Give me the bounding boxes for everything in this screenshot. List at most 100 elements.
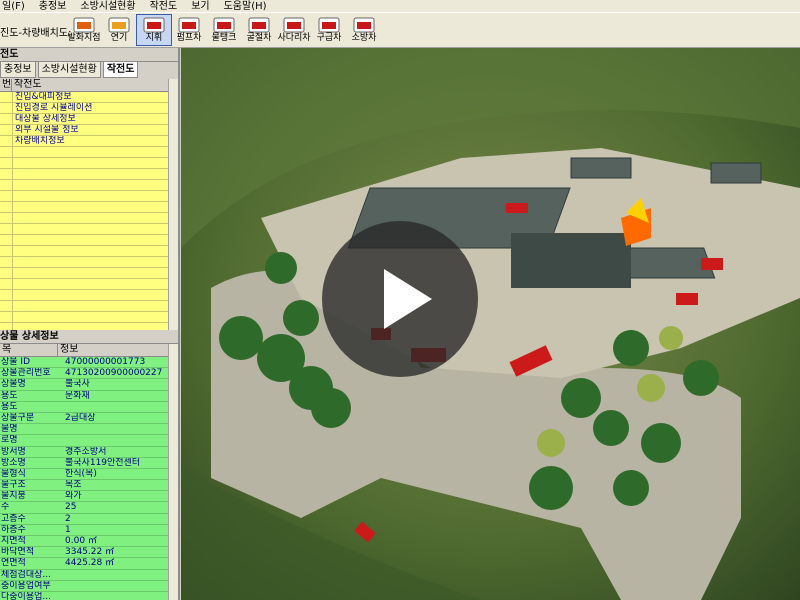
detail-value	[59, 435, 178, 445]
toolbar-button-3[interactable]: 펌프차	[171, 14, 207, 46]
menu-item-2[interactable]: 소방시설현황	[80, 0, 135, 12]
operation-item	[13, 290, 178, 300]
detail-key: 용도	[1, 390, 18, 401]
table-row	[0, 213, 178, 224]
vehicle-toolbar: 진도-차량배치도: 발화지점 연기 지휘 펌프차 물탱크 굴절차 사다리차 구급차 소방차	[0, 13, 800, 48]
operation-item: 진입경로 시뮬레이션	[15, 103, 93, 113]
detail-value	[59, 424, 178, 434]
tab-2[interactable]: 작전도	[102, 61, 139, 78]
table-row	[0, 147, 178, 158]
toolbar-button-label: 펌프차	[176, 33, 202, 43]
menu-item-0[interactable]: 일(F)	[2, 0, 25, 12]
toolbar-button-label: 소방차	[351, 33, 377, 43]
menu-item-4[interactable]: 보기	[191, 0, 209, 12]
toolbar-label: 진도-차량배치도:	[0, 28, 72, 39]
detail-key: 상물관리번호	[1, 368, 51, 379]
detail-scrollbar[interactable]	[168, 344, 178, 600]
detail-grid-header: 목 정보	[0, 344, 178, 357]
left-panel: 전도 충정보 소방시설현황 작전도 번 작전도 진입&대피정보 진입경로 시뮬레이션 대…	[0, 48, 180, 600]
pump-truck-icon	[178, 17, 200, 33]
menu-item-5[interactable]: 도움말(H)	[224, 0, 267, 12]
detail-value: 목조	[65, 480, 82, 491]
detail-row: 물지붕 와가	[0, 491, 178, 503]
play-button[interactable]	[322, 221, 478, 377]
ladder-truck-icon	[283, 17, 305, 33]
table-row	[0, 235, 178, 246]
detail-key: 다중이용업...	[1, 591, 51, 600]
table-row[interactable]: 대상물 상세정보	[0, 114, 178, 125]
detail-row: 다중이용업...	[0, 592, 178, 600]
tab-1[interactable]: 소방시설현황	[37, 61, 101, 78]
detail-value: 47000000001773	[65, 357, 146, 367]
table-row[interactable]: 진입&대피정보	[0, 92, 178, 103]
detail-row: 연면적 4425.28 ㎡	[0, 558, 178, 570]
detail-key: 상물명	[1, 379, 26, 390]
table-row[interactable]: 차량배치정보	[0, 136, 178, 147]
detail-value	[59, 592, 178, 600]
operation-grid: 번 작전도 진입&대피정보 진입경로 시뮬레이션 대상물 상세정보 외부 시설물 정보…	[0, 79, 178, 349]
toolbar-button-1[interactable]: 연기	[101, 14, 137, 46]
toolbar-button-0[interactable]: 발화지점	[66, 14, 102, 46]
3d-scene-view[interactable]	[181, 48, 800, 600]
operation-item: 외부 시설물 정보	[15, 125, 79, 135]
operation-item: 대상물 상세정보	[15, 114, 76, 124]
table-row[interactable]: 진입경로 시뮬레이션	[0, 103, 178, 114]
detail-value: 문화재	[65, 390, 90, 401]
operation-scrollbar[interactable]	[168, 79, 178, 349]
table-row	[0, 202, 178, 213]
toolbar-button-label: 지휘	[145, 33, 163, 43]
toolbar-button-label: 사다리차	[277, 33, 311, 43]
row-number	[0, 125, 13, 135]
table-row	[0, 180, 178, 191]
detail-value: 경주소방서	[65, 446, 107, 457]
toolbar-button-6[interactable]: 사다리차	[276, 14, 312, 46]
operation-item	[13, 301, 178, 311]
detail-key: 물형식	[1, 468, 26, 479]
toolbar-button-label: 발화지점	[67, 33, 101, 43]
operation-item	[13, 246, 178, 256]
row-number	[0, 158, 13, 168]
toolbar-button-4[interactable]: 물탱크	[206, 14, 242, 46]
detail-row: 상물관리번호 47130200900000227	[0, 368, 178, 380]
fire-engine-icon	[353, 17, 375, 33]
operation-item	[13, 312, 178, 322]
menu-item-1[interactable]: 충정보	[39, 0, 67, 12]
toolbar-button-8[interactable]: 소방차	[346, 14, 382, 46]
toolbar-button-label: 구급차	[316, 33, 342, 43]
table-row	[0, 312, 178, 323]
header-operation: 작전도	[12, 79, 178, 91]
operation-item	[13, 235, 178, 245]
detail-value: 한식(목)	[65, 468, 97, 479]
toolbar-button-7[interactable]: 구급차	[311, 14, 347, 46]
detail-key: 체점검대상...	[1, 569, 51, 580]
play-icon	[384, 269, 432, 329]
tab-0[interactable]: 충정보	[0, 61, 36, 78]
detail-key: 물명	[1, 424, 18, 435]
toolbar-button-label: 연기	[110, 33, 128, 43]
operation-grid-header: 번 작전도	[0, 79, 178, 92]
toolbar-button-2[interactable]: 지휘	[136, 14, 172, 46]
toolbar-button-5[interactable]: 굴절차	[241, 14, 277, 46]
row-number	[0, 169, 13, 179]
row-number	[0, 290, 13, 300]
operation-item	[13, 202, 178, 212]
detail-row: 상물명 불국사	[0, 379, 178, 391]
detail-value: 와가	[65, 491, 82, 502]
table-row[interactable]: 외부 시설물 정보	[0, 125, 178, 136]
operation-item	[13, 158, 178, 168]
table-row	[0, 301, 178, 312]
detail-value: 2	[65, 513, 71, 524]
row-number	[0, 180, 13, 190]
detail-key: 하층수	[1, 524, 26, 535]
detail-row: 물구조 목조	[0, 480, 178, 492]
toolbar-button-label: 물탱크	[211, 33, 237, 43]
header-no: 번	[2, 79, 12, 91]
table-row	[0, 224, 178, 235]
detail-row: 방소명 불국사119안전센터	[0, 458, 178, 469]
row-number	[0, 246, 13, 256]
detail-row: 바닥면적 3345.22 ㎡	[0, 547, 178, 559]
detail-row: 물명	[0, 424, 178, 436]
menu-item-3[interactable]: 작전도	[150, 0, 178, 12]
operation-item	[13, 147, 178, 157]
detail-value: 25	[65, 502, 77, 513]
